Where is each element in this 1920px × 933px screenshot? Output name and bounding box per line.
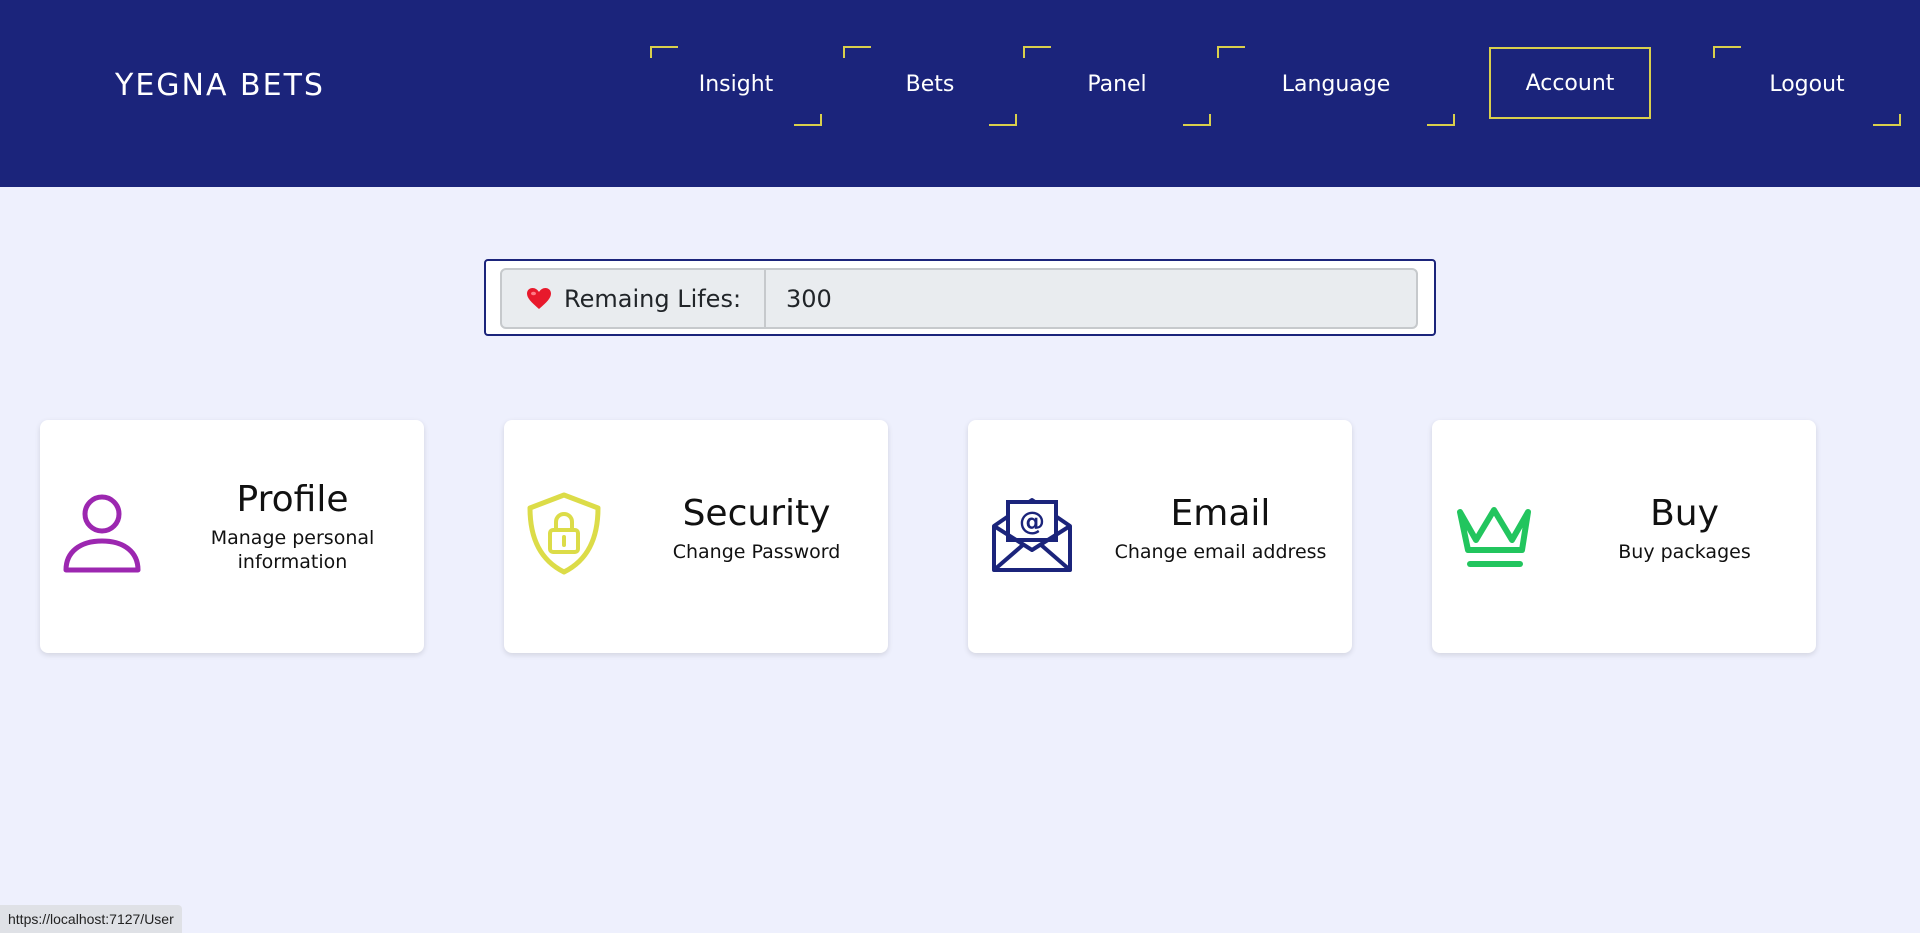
email-card-text: Email Change email address <box>1103 492 1338 564</box>
shield-lock-icon <box>527 492 601 575</box>
security-subtitle: Change Password <box>672 541 841 563</box>
corner-decoration <box>1713 46 1741 58</box>
nav-insight-label: Insight <box>698 71 774 97</box>
profile-subtitle: Manage personal information <box>210 527 375 573</box>
nav-bets-label: Bets <box>905 71 955 97</box>
email-title: Email <box>1170 493 1271 534</box>
corner-decoration <box>843 46 871 58</box>
crown-icon <box>1457 507 1531 567</box>
corner-decoration <box>1183 114 1211 126</box>
corner-decoration <box>794 114 822 126</box>
corner-decoration <box>989 114 1017 126</box>
email-card[interactable]: @ Email Change email address <box>968 420 1352 653</box>
svg-text:@: @ <box>1019 507 1045 537</box>
nav-panel[interactable]: Panel <box>1023 46 1211 126</box>
corner-decoration <box>650 46 678 58</box>
profile-title: Profile <box>236 479 349 520</box>
nav-panel-label: Panel <box>1087 71 1147 97</box>
lives-value: 300 <box>786 284 832 313</box>
nav-language[interactable]: Language <box>1217 46 1455 126</box>
security-card[interactable]: Security Change Password <box>504 420 888 653</box>
lives-label: Remaing Lifes: <box>502 270 766 327</box>
corner-decoration <box>1427 114 1455 126</box>
nav-logout[interactable]: Logout <box>1713 46 1901 126</box>
buy-subtitle: Buy packages <box>1618 541 1751 563</box>
security-title: Security <box>682 493 831 534</box>
status-url-bar: https://localhost:7127/User <box>0 905 182 933</box>
corner-decoration <box>1217 46 1245 58</box>
buy-card[interactable]: Buy Buy packages <box>1432 420 1816 653</box>
profile-card[interactable]: Profile Manage personal information <box>40 420 424 653</box>
profile-card-text: Profile Manage personal information <box>175 478 410 574</box>
heart-icon <box>527 287 551 309</box>
corner-decoration <box>1873 114 1901 126</box>
buy-title: Buy <box>1650 493 1719 534</box>
nav-insight[interactable]: Insight <box>650 46 822 126</box>
nav-bets[interactable]: Bets <box>843 46 1017 126</box>
buy-card-text: Buy Buy packages <box>1567 492 1802 564</box>
envelope-at-icon: @ <box>992 498 1072 572</box>
lives-panel: Remaing Lifes: 300 <box>484 259 1436 336</box>
nav-account[interactable]: Account <box>1489 47 1651 119</box>
brand-logo[interactable]: YEGNA BETS <box>115 68 325 103</box>
nav-language-label: Language <box>1281 71 1391 97</box>
navbar: YEGNA BETS Insight Bets Panel Language A… <box>0 0 1920 187</box>
email-subtitle: Change email address <box>1114 541 1327 563</box>
person-icon <box>63 494 141 573</box>
security-card-text: Security Change Password <box>639 492 874 564</box>
lives-label-text: Remaing Lifes: <box>564 284 742 313</box>
nav-logout-label: Logout <box>1769 71 1845 97</box>
lives-input-group: Remaing Lifes: 300 <box>500 268 1418 329</box>
corner-decoration <box>1023 46 1051 58</box>
